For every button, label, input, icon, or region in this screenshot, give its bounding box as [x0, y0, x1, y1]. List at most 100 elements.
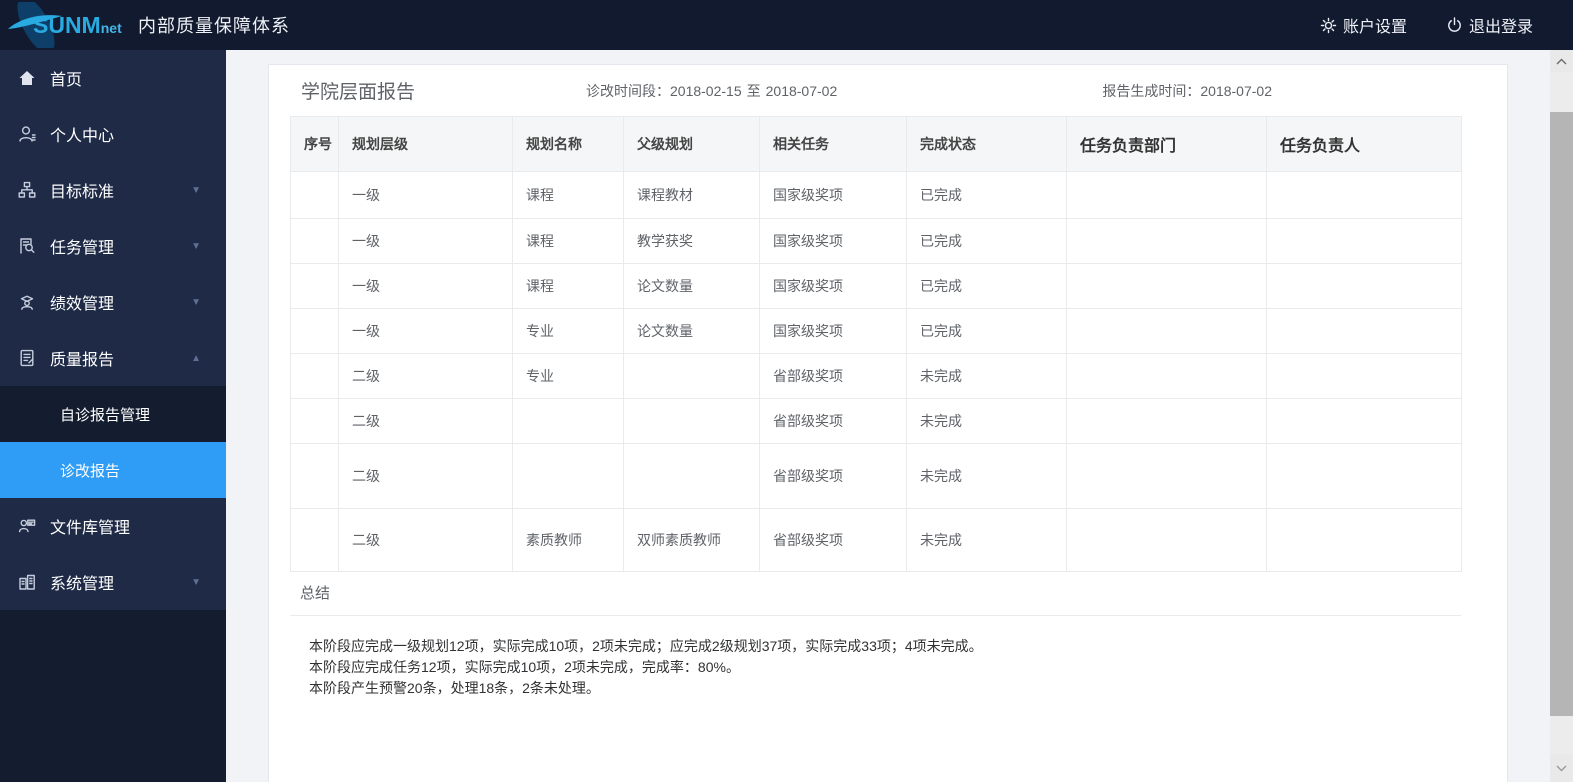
sidebar-item-profile[interactable]: 个人中心 [0, 106, 226, 162]
sidebar-item-label: 目标标准 [50, 178, 114, 202]
table-cell: 专业 [513, 354, 624, 399]
table-cell: 国家级奖项 [760, 172, 907, 219]
account-settings-label: 账户设置 [1343, 13, 1407, 37]
sidebar-item-quality-report[interactable]: 质量报告 ▲ [0, 330, 226, 386]
generated-label: 报告生成时间： [1102, 83, 1200, 99]
table-cell: 二级 [339, 354, 513, 399]
table-row: 一级课程教学获奖国家级奖项已完成 [291, 219, 1462, 264]
sidebar-subitem-label: 自诊报告管理 [60, 404, 150, 425]
period-end-date: 2018-07-02 [766, 83, 838, 99]
chevron-up-icon [1556, 58, 1567, 65]
summary-line: 本阶段应完成一级规划12项，实际完成10项，2项未完成；应完成2级规划37项，实… [309, 636, 1461, 657]
table-cell: 省部级奖项 [760, 399, 907, 444]
table-cell [1067, 172, 1267, 219]
sidebar-item-label: 系统管理 [50, 570, 114, 594]
system-icon [17, 572, 37, 592]
column-header: 父级规划 [624, 117, 760, 172]
summary-title: 总结 [290, 572, 1461, 616]
table-row: 二级省部级奖项未完成 [291, 399, 1462, 444]
chevron-down-icon: ▼ [191, 297, 201, 308]
table-row: 一级专业论文数量国家级奖项已完成 [291, 309, 1462, 354]
table-cell: 论文数量 [624, 264, 760, 309]
table-cell [1267, 172, 1462, 219]
table-cell: 一级 [339, 172, 513, 219]
table-cell [291, 399, 339, 444]
chevron-up-icon: ▲ [191, 353, 201, 364]
table-cell [624, 354, 760, 399]
table-row: 二级专业 省部级奖项未完成 [291, 354, 1462, 399]
report-table-container: 序号规划层级规划名称父级规划相关任务完成状态任务负责部门任务负责人 一级课程课程… [269, 116, 1461, 699]
app-root: SUNMnet 内部质量保障体系 账户设置 退出登录 [0, 0, 1573, 782]
logout-button[interactable]: 退出登录 [1445, 13, 1533, 37]
table-cell: 未完成 [907, 354, 1067, 399]
table-cell [1267, 444, 1462, 509]
table-row: 二级省部级奖项未完成 [291, 444, 1462, 509]
report-table-body: 一级课程课程教材国家级奖项已完成一级课程教学获奖国家级奖项已完成一级课程论文数量… [291, 172, 1462, 572]
period-separator: 至 [747, 83, 761, 99]
table-cell [291, 219, 339, 264]
vertical-scrollbar[interactable] [1550, 50, 1573, 782]
table-cell [513, 399, 624, 444]
table-header-row: 序号规划层级规划名称父级规划相关任务完成状态任务负责部门任务负责人 [291, 117, 1462, 172]
table-cell [1067, 219, 1267, 264]
table-cell: 省部级奖项 [760, 509, 907, 572]
table-cell [1067, 444, 1267, 509]
scrollbar-thumb[interactable] [1550, 112, 1573, 716]
table-cell: 双师素质教师 [624, 509, 760, 572]
report-card: 学院层面报告 诊改时间段：2018-02-15 至 2018-07-02 报告生成时… [268, 64, 1508, 782]
summary-line: 本阶段应完成任务12项，实际完成10项，2项未完成，完成率：80%。 [309, 657, 1461, 678]
column-header: 序号 [291, 117, 339, 172]
table-cell [291, 309, 339, 354]
table-cell: 专业 [513, 309, 624, 354]
logout-label: 退出登录 [1469, 13, 1533, 37]
sidebar-subitem-self-report[interactable]: 自诊报告管理 [0, 386, 226, 442]
table-row: 二级素质教师双师素质教师省部级奖项未完成 [291, 509, 1462, 572]
table-cell: 一级 [339, 309, 513, 354]
table-cell: 国家级奖项 [760, 309, 907, 354]
generated-date: 2018-07-02 [1200, 83, 1272, 99]
table-cell: 已完成 [907, 219, 1067, 264]
table-cell: 一级 [339, 264, 513, 309]
table-cell [1067, 509, 1267, 572]
chevron-down-icon: ▼ [191, 241, 201, 252]
table-cell: 省部级奖项 [760, 354, 907, 399]
period-label: 诊改时间段： [586, 83, 670, 99]
sidebar-item-file-library[interactable]: 文件库管理 [0, 498, 226, 554]
scrollbar-up-button[interactable] [1550, 50, 1573, 72]
sidebar-subitem-diagnosis-report[interactable]: 诊改报告 [0, 442, 226, 498]
table-cell: 省部级奖项 [760, 444, 907, 509]
sidebar-menu: 首页 个人中心 目标标准 ▼ [0, 50, 226, 610]
table-cell [1267, 399, 1462, 444]
chevron-down-icon: ▼ [191, 185, 201, 196]
sidebar-item-system[interactable]: 系统管理 ▼ [0, 554, 226, 610]
table-cell [1267, 354, 1462, 399]
sidebar-item-goals[interactable]: 目标标准 ▼ [0, 162, 226, 218]
sidebar: 首页 个人中心 目标标准 ▼ [0, 50, 226, 782]
sidebar-item-home[interactable]: 首页 [0, 50, 226, 106]
report-table: 序号规划层级规划名称父级规划相关任务完成状态任务负责部门任务负责人 一级课程课程… [290, 116, 1462, 572]
account-settings-button[interactable]: 账户设置 [1319, 13, 1407, 37]
scrollbar-down-button[interactable] [1550, 754, 1573, 782]
table-cell: 未完成 [907, 444, 1067, 509]
column-header: 任务负责人 [1267, 117, 1462, 172]
main-content: 学院层面报告 诊改时间段：2018-02-15 至 2018-07-02 报告生成时… [226, 50, 1550, 782]
sidebar-item-performance[interactable]: 绩效管理 ▼ [0, 274, 226, 330]
file-library-icon [17, 516, 37, 536]
report-generated-time: 报告生成时间：2018-07-02 [1102, 81, 1272, 101]
logo[interactable]: SUNMnet [6, 0, 128, 50]
table-cell: 国家级奖项 [760, 264, 907, 309]
sidebar-item-tasks[interactable]: 任务管理 ▼ [0, 218, 226, 274]
table-cell: 课程教材 [624, 172, 760, 219]
table-cell: 教学获奖 [624, 219, 760, 264]
period-start-date: 2018-02-15 [670, 83, 742, 99]
table-cell [1267, 264, 1462, 309]
report-icon [17, 348, 37, 368]
table-cell [1067, 309, 1267, 354]
sidebar-item-label: 绩效管理 [50, 290, 114, 314]
table-cell: 二级 [339, 509, 513, 572]
table-cell [1267, 509, 1462, 572]
column-header: 规划名称 [513, 117, 624, 172]
table-cell: 课程 [513, 219, 624, 264]
summary-section: 总结 本阶段应完成一级规划12项，实际完成10项，2项未完成；应完成2级规划37… [290, 572, 1461, 699]
page-title: 学院层面报告 [301, 77, 586, 104]
